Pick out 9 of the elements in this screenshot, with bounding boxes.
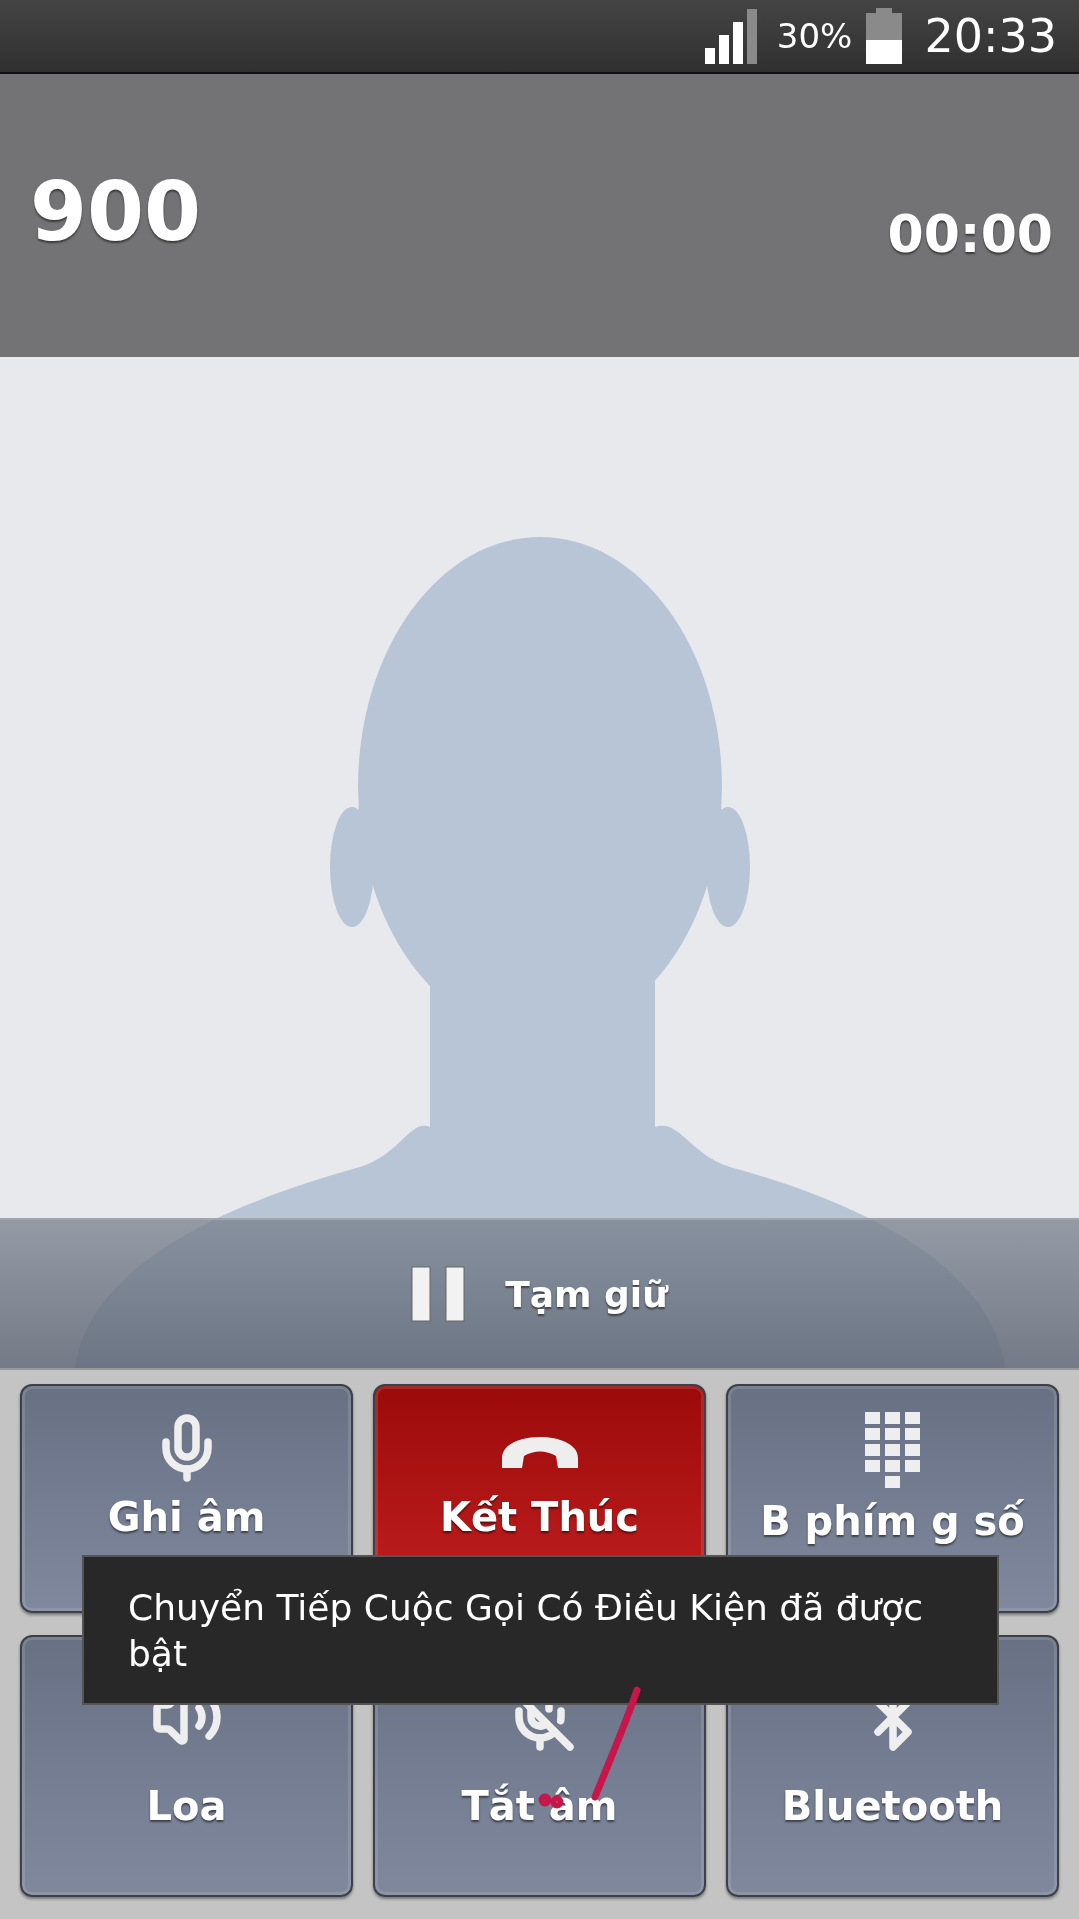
call-timer: 00:00 bbox=[887, 204, 1053, 264]
phone-number: 900 bbox=[30, 164, 202, 259]
message-toast: Chuyển Tiếp Cuộc Gọi Có Điều Kiện đã được bật bbox=[82, 1555, 999, 1705]
battery-percent: 30% bbox=[776, 16, 853, 56]
battery-icon bbox=[866, 8, 903, 64]
clock: 20:33 bbox=[924, 9, 1057, 63]
keypad-icon bbox=[864, 1412, 921, 1488]
hold-button[interactable]: Tạm giữ bbox=[0, 1218, 1079, 1368]
pause-icon bbox=[411, 1266, 466, 1322]
